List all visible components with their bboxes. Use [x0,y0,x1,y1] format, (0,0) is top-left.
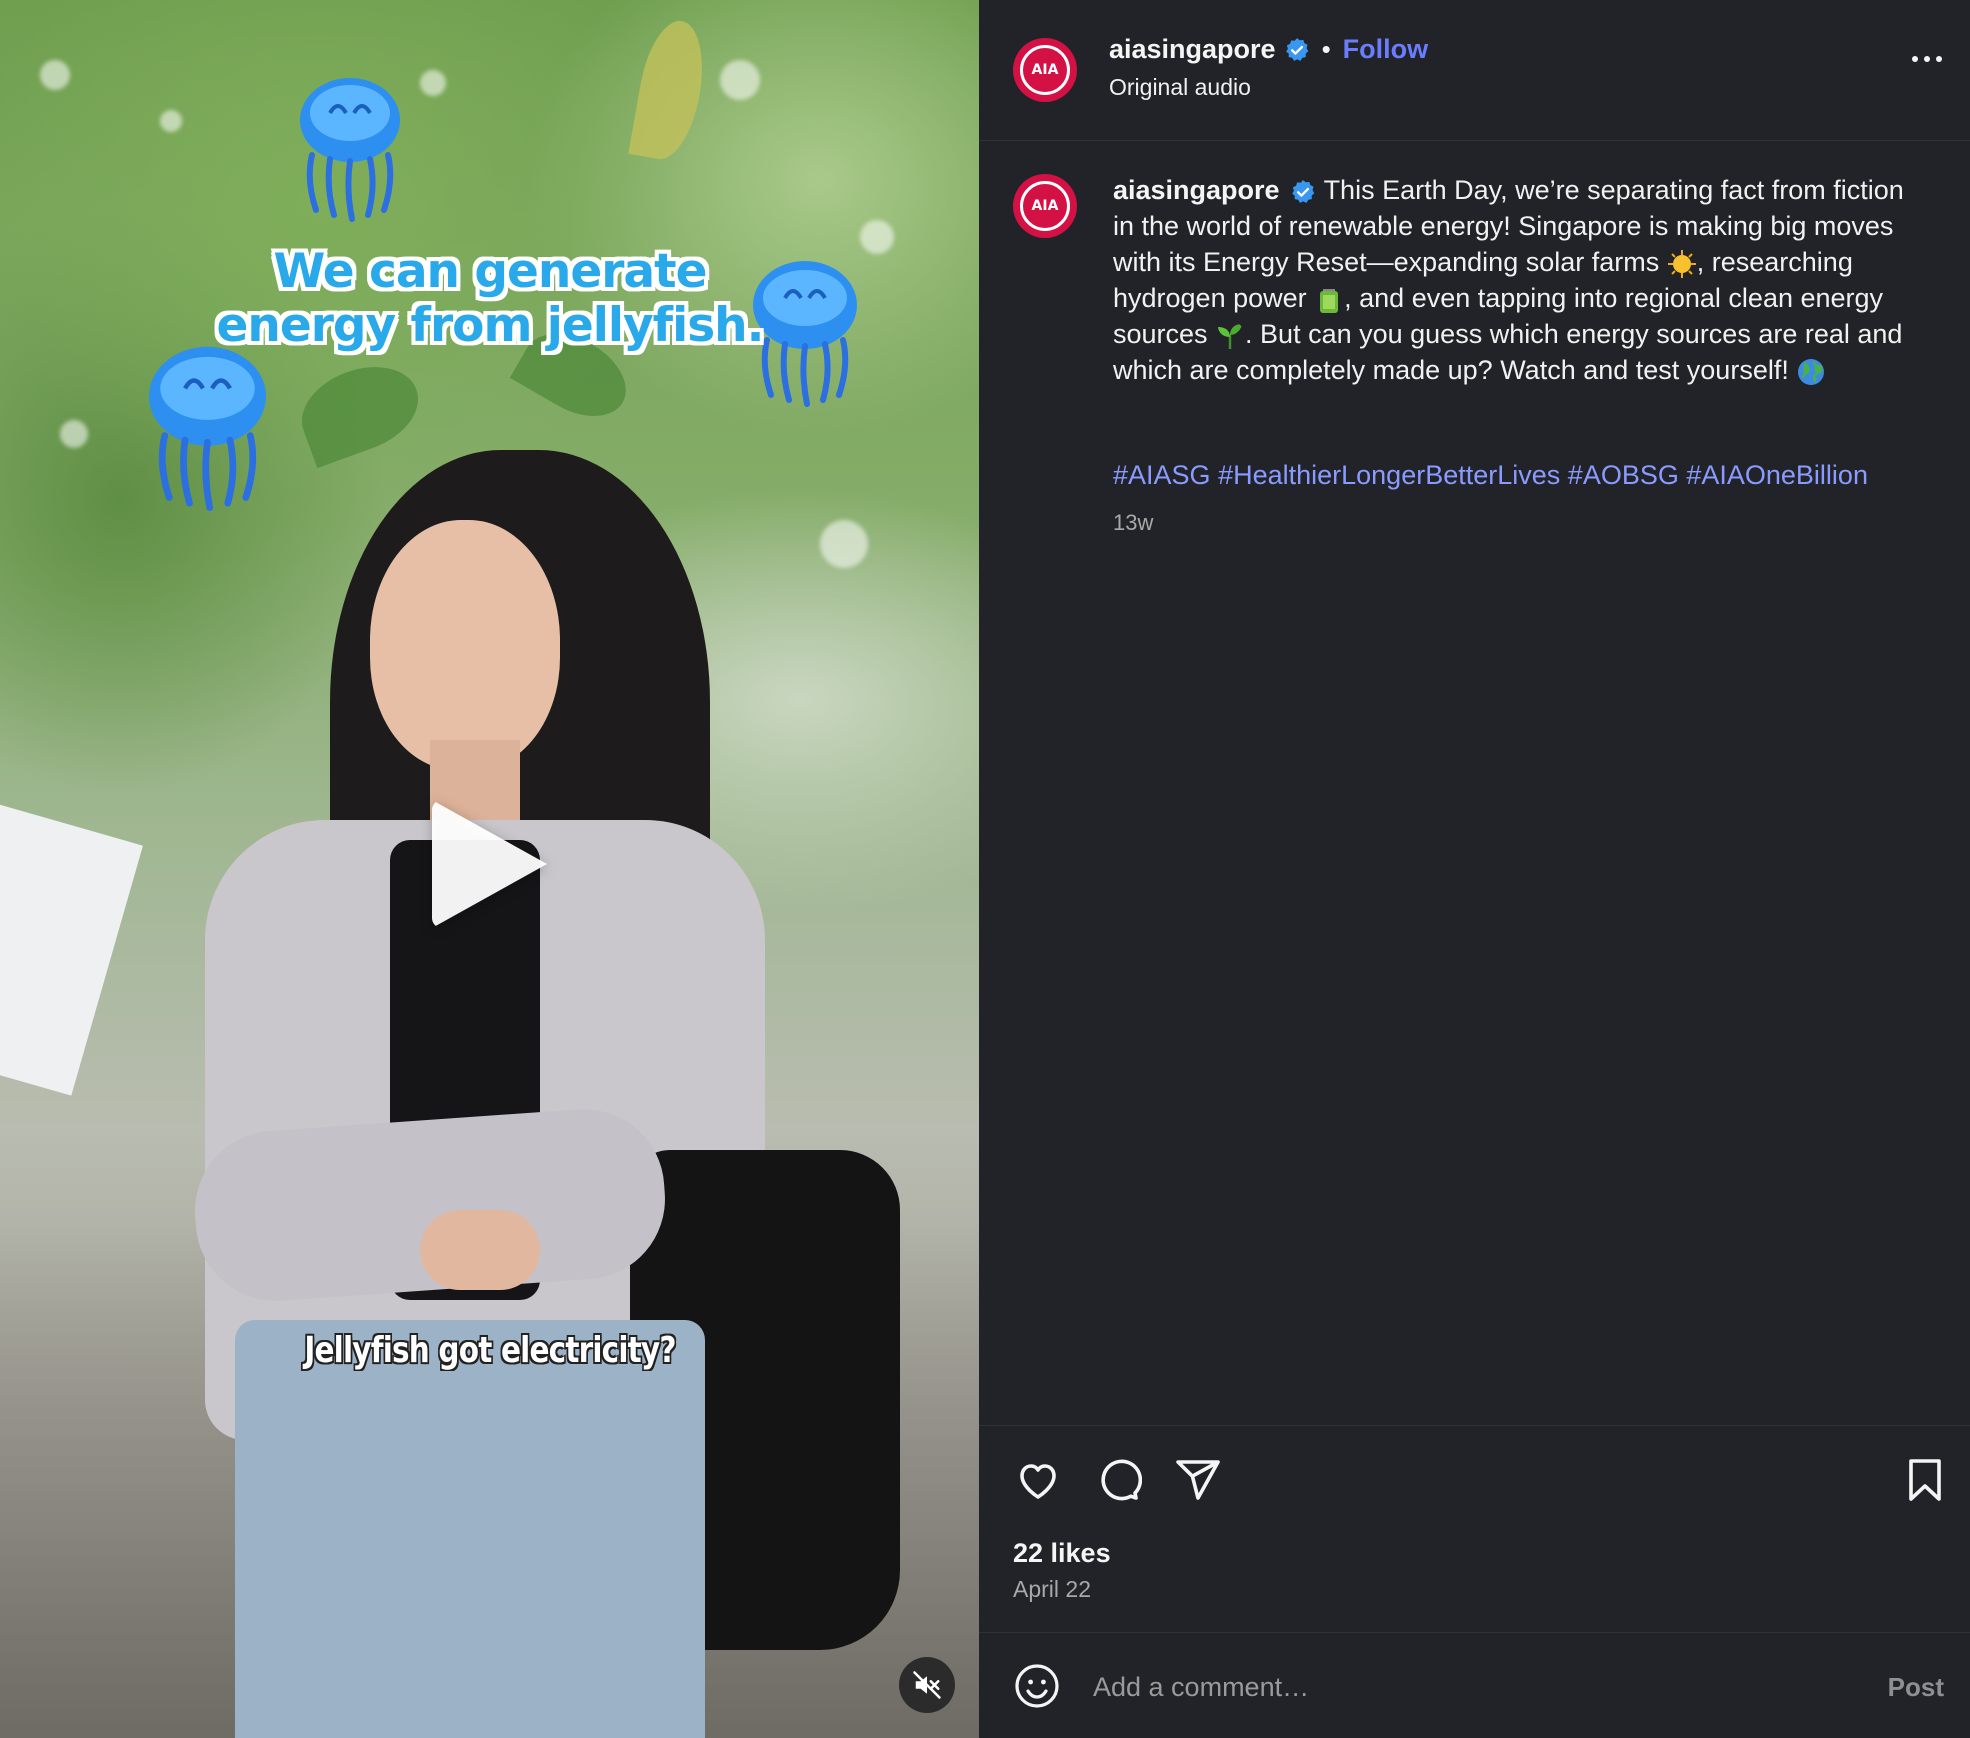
hashtag-link[interactable]: #HealthierLongerBetterLives [1218,460,1560,490]
caption-avatar[interactable]: AIA [1013,174,1077,238]
speaker-muted-icon [913,1671,941,1699]
verified-badge-icon [1291,179,1314,203]
comment-input[interactable] [1091,1662,1795,1712]
video-headline: We can generate energy from jellyfish. [216,244,765,353]
paper-plane-icon [1176,1460,1220,1500]
hashtag-link[interactable]: #AOBSG [1568,460,1679,490]
background-bokeh [820,520,868,568]
post-button[interactable]: Post [1888,1672,1944,1703]
audio-label[interactable]: Original audio [1109,74,1251,101]
post-header: AIA aiasingapore • Follow Original audio [979,0,1970,141]
header-username[interactable]: aiasingapore [1109,34,1276,65]
video-player[interactable]: We can generate energy from jellyfish. J… [0,0,979,1738]
background-leaf [628,15,712,165]
seedling-emoji-icon [1218,323,1243,349]
jellyfish-icon [149,346,266,511]
person-face [370,520,560,770]
verified-badge-icon [1285,37,1308,61]
heart-icon [1020,1464,1056,1499]
background-bokeh [420,70,446,96]
action-bar [1013,1455,1223,1505]
caption-timestamp[interactable]: 13w [1113,510,1153,536]
more-options-icon[interactable] [1912,56,1942,62]
follow-button[interactable]: Follow [1343,34,1428,65]
background-bokeh [860,220,894,254]
person-hand [420,1210,540,1290]
header-title-row: aiasingapore • Follow [1109,34,1428,65]
background-bokeh [160,110,182,132]
header-separator: • [1321,34,1331,64]
avatar[interactable]: AIA [1013,38,1077,102]
video-subtitle: Jellyfish got electricity? [304,1330,676,1371]
avatar-logo: AIA [1020,45,1070,95]
background-bokeh [720,60,760,100]
sun-emoji-icon [1667,249,1696,278]
caption-username[interactable]: aiasingapore [1113,175,1280,205]
emoji-picker-button[interactable] [1013,1662,1061,1715]
play-icon[interactable] [432,800,547,928]
jellyfish-icon [300,78,400,222]
hashtag-link[interactable]: #AIAOneBillion [1686,460,1868,490]
background-bokeh [60,420,88,448]
divider [979,1425,1970,1426]
share-button[interactable] [1173,1455,1223,1505]
mute-button[interactable] [899,1657,955,1713]
bookmark-icon [1909,1459,1941,1501]
background-bokeh [40,60,70,90]
post-panel: AIA aiasingapore • Follow Original audio… [979,0,1970,1738]
post-date[interactable]: April 22 [1013,1576,1091,1603]
smiley-icon [1015,1664,1059,1708]
instagram-post: We can generate energy from jellyfish. J… [0,0,1970,1738]
person-jeans [235,1320,705,1738]
comment-button[interactable] [1093,1455,1143,1505]
post-caption: aiasingapore This Earth Day, we’re separ… [1113,172,1923,388]
likes-count[interactable]: 22 likes [1013,1538,1111,1569]
hashtag-row: #AIASG #HealthierLongerBetterLives #AOBS… [1113,460,1868,491]
comment-bubble-icon [1101,1459,1142,1501]
battery-emoji-icon [1320,288,1339,313]
comment-bar: Post [979,1632,1970,1738]
avatar-logo: AIA [1020,181,1070,231]
globe-emoji-icon [1798,358,1825,385]
paper-sheet [0,804,143,1096]
like-button[interactable] [1013,1455,1063,1505]
save-button[interactable] [1900,1455,1950,1505]
background-leaf [289,351,431,469]
hashtag-link[interactable]: #AIASG [1113,460,1211,490]
